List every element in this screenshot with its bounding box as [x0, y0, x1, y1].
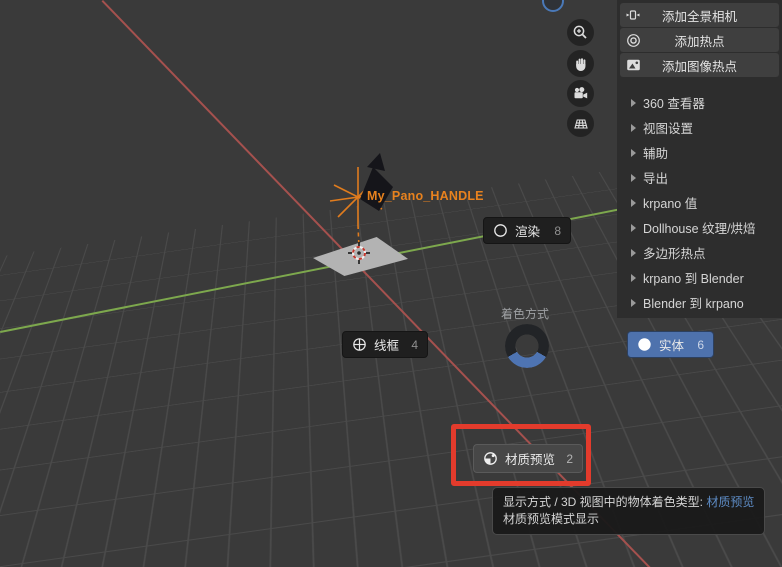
chevron-right-icon	[631, 224, 636, 232]
tooltip-highlight-text: 材质预览	[706, 495, 754, 509]
section-dollhouse-bake[interactable]: Dollhouse 纹理/烘焙	[620, 215, 779, 240]
section-label: krpano 到 Blender	[643, 268, 744, 287]
pie-menu-title: 着色方式	[465, 305, 585, 322]
tooltip-line-1: 显示方式 / 3D 视图中的物体着色类型: 材质预览	[503, 494, 754, 511]
ortho-toggle-button[interactable]	[567, 110, 594, 137]
rendered-sphere-icon	[493, 223, 508, 238]
chevron-right-icon	[631, 199, 636, 207]
scene-gizmos	[300, 140, 480, 270]
pie-menu-direction-ring[interactable]	[505, 324, 549, 368]
pie-item-shortcut: 4	[411, 338, 418, 352]
chevron-right-icon	[631, 274, 636, 282]
sidebar-section-list: 360 查看器 视图设置 辅助 导出 krpano 值 Dollhouse 纹理…	[620, 90, 779, 315]
tooltip-text: 显示方式 / 3D 视图中的物体着色类型:	[503, 495, 706, 509]
section-polygon-hotspot[interactable]: 多边形热点	[620, 240, 779, 265]
add-hotspot-button[interactable]: 添加热点	[620, 28, 779, 52]
pie-item-shortcut: 6	[697, 338, 704, 352]
section-label: krpano 值	[643, 193, 697, 212]
chevron-right-icon	[631, 174, 636, 182]
perspective-grid-icon	[573, 116, 589, 132]
section-assist[interactable]: 辅助	[620, 140, 779, 165]
section-label: 视图设置	[643, 118, 693, 137]
pie-item-label: 线框	[374, 335, 399, 354]
section-view-settings[interactable]: 视图设置	[620, 115, 779, 140]
chevron-right-icon	[631, 249, 636, 257]
chevron-right-icon	[631, 99, 636, 107]
wireframe-sphere-icon	[352, 337, 367, 352]
zoom-button[interactable]	[567, 19, 594, 46]
section-label: 多边形热点	[643, 243, 706, 262]
section-360-viewer[interactable]: 360 查看器	[620, 90, 779, 115]
add-panorama-camera-button[interactable]: 添加全景相机	[620, 3, 779, 27]
button-label: 添加热点	[620, 31, 779, 50]
pie-item-label: 实体	[659, 335, 684, 354]
section-label: 辅助	[643, 143, 668, 162]
zoom-in-icon	[572, 24, 589, 41]
section-blender-to-krpano[interactable]: Blender 到 krpano	[620, 290, 779, 315]
section-krpano-values[interactable]: krpano 值	[620, 190, 779, 215]
hand-icon	[573, 56, 589, 72]
section-krpano-to-blender[interactable]: krpano 到 Blender	[620, 265, 779, 290]
section-label: Dollhouse 纹理/烘焙	[643, 218, 756, 237]
pie-item-shortcut: 8	[554, 224, 561, 238]
krpano-sidebar-panel: 添加全景相机 添加热点 添加图像热点 360 查看器 视图设置 辅助 导出 kr…	[617, 0, 782, 318]
annotation-highlight-rectangle	[451, 424, 591, 486]
chevron-right-icon	[631, 149, 636, 157]
blender-3d-viewport: My_Pano_HANDLE 着色方式 渲染 8 线框 4 实体 6 材质预览 …	[0, 0, 782, 567]
button-label: 添加全景相机	[620, 6, 779, 25]
section-export[interactable]: 导出	[620, 165, 779, 190]
pie-item-label: 渲染	[515, 221, 540, 240]
object-name-label[interactable]: My_Pano_HANDLE	[367, 189, 484, 203]
tooltip-line-2: 材质预览模式显示	[503, 511, 754, 528]
chevron-right-icon	[631, 124, 636, 132]
pie-item-solid[interactable]: 实体 6	[627, 331, 714, 358]
camera-view-button[interactable]	[567, 80, 594, 107]
solid-sphere-icon	[637, 337, 652, 352]
section-label: 导出	[643, 168, 668, 187]
pie-item-render[interactable]: 渲染 8	[483, 217, 571, 244]
section-label: Blender 到 krpano	[643, 293, 744, 312]
pie-item-wireframe[interactable]: 线框 4	[342, 331, 428, 358]
button-label: 添加图像热点	[620, 56, 779, 75]
3d-cursor[interactable]	[348, 242, 370, 264]
chevron-right-icon	[631, 299, 636, 307]
shading-tooltip: 显示方式 / 3D 视图中的物体着色类型: 材质预览 材质预览模式显示	[492, 487, 765, 535]
section-label: 360 查看器	[643, 93, 705, 112]
add-image-hotspot-button[interactable]: 添加图像热点	[620, 53, 779, 77]
movie-camera-icon	[573, 86, 589, 102]
pan-button[interactable]	[567, 50, 594, 77]
